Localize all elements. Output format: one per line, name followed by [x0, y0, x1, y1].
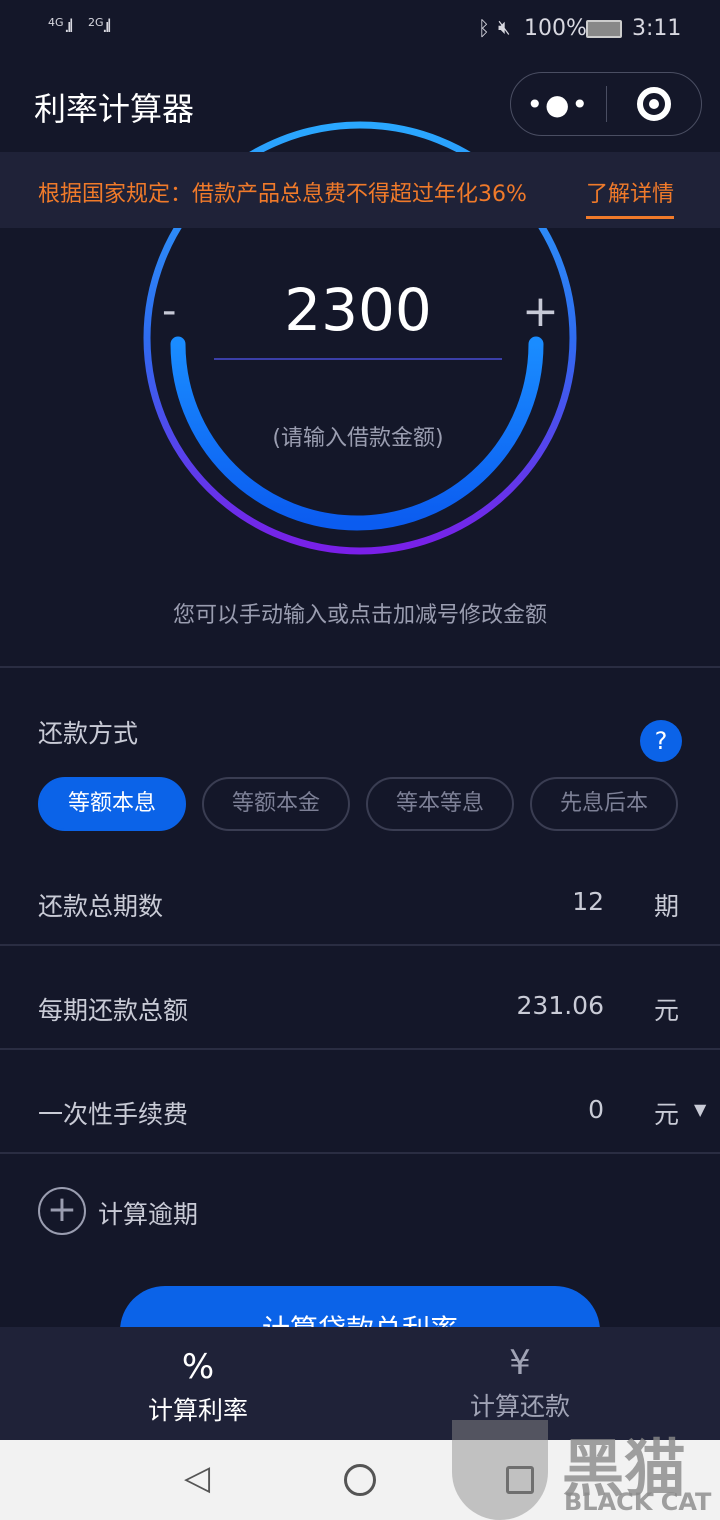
periods-unit: 期	[654, 892, 680, 921]
fee-label: 一次性手续费	[38, 1100, 189, 1129]
repayment-label: 还款方式	[38, 719, 139, 748]
watermark-cat-logo	[452, 1420, 548, 1520]
chevron-down-icon[interactable]: ▼	[694, 1100, 706, 1119]
installment-unit: 元	[654, 996, 680, 1025]
help-button[interactable]: ?	[640, 720, 682, 762]
option-interest-first[interactable]: 先息后本	[530, 777, 678, 831]
percent-icon: %	[181, 1347, 215, 1387]
installment-label: 每期还款总额	[38, 996, 189, 1025]
divider	[0, 944, 720, 946]
divider	[0, 1152, 720, 1154]
add-overdue-icon[interactable]: +	[38, 1187, 86, 1235]
divider	[0, 1048, 720, 1050]
amount-placeholder: (请输入借款金额)	[272, 426, 444, 451]
option-equal-principal[interactable]: 等额本金	[202, 777, 350, 831]
option-equal-principal-interest[interactable]: 等本等息	[366, 777, 514, 831]
amount-hint: 您可以手动输入或点击加减号修改金额	[172, 603, 547, 628]
overdue-label[interactable]: 计算逾期	[98, 1195, 198, 1231]
banner-text: 根据国家规定：借款产品总息费不得超过年化36%	[38, 182, 527, 207]
amount-input[interactable]: 2300	[214, 276, 502, 360]
details-link[interactable]: 了解详情	[586, 176, 675, 219]
decrease-button[interactable]: -	[162, 288, 176, 334]
back-icon[interactable]: ◁	[184, 1458, 210, 1498]
fee-input[interactable]: 0	[588, 1095, 604, 1124]
periods-label: 还款总期数	[38, 892, 164, 921]
tab-rate[interactable]: % 计算利率	[18, 1327, 378, 1440]
regulation-banner: 根据国家规定：借款产品总息费不得超过年化36% 了解详情	[0, 152, 720, 228]
fee-unit-select[interactable]: 元	[654, 1095, 679, 1131]
home-icon[interactable]	[344, 1464, 376, 1496]
increase-button[interactable]: +	[522, 286, 559, 337]
watermark-sub: BLACK CAT	[564, 1488, 712, 1516]
option-equal-installment[interactable]: 等额本息	[38, 777, 186, 831]
installment-input[interactable]: 231.06	[517, 991, 604, 1020]
periods-input[interactable]: 12	[572, 887, 604, 916]
tab-label: 计算利率	[147, 1396, 248, 1425]
divider	[0, 666, 720, 668]
yen-icon: ¥	[509, 1343, 531, 1383]
